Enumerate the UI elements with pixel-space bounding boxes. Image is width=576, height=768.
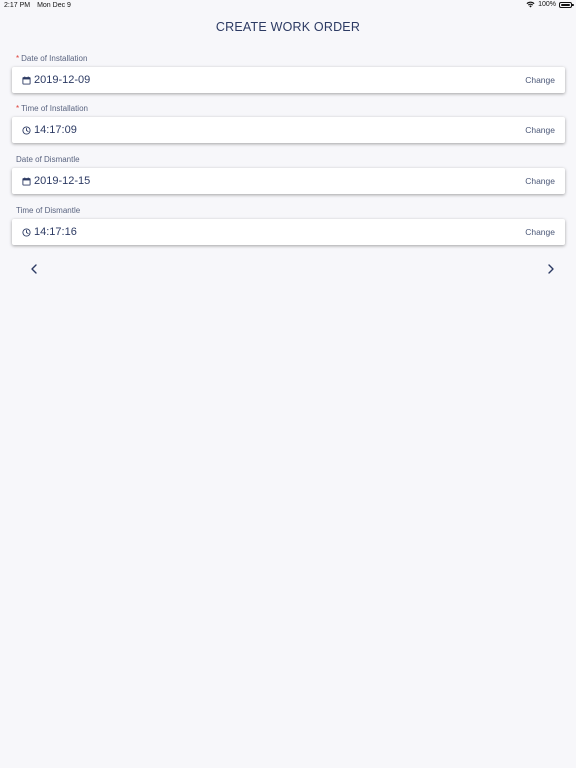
field-label: * Date of Installation bbox=[16, 53, 565, 64]
status-date: Mon Dec 9 bbox=[37, 2, 71, 9]
status-bar: 2:17 PM Mon Dec 9 100% bbox=[0, 0, 576, 12]
change-button[interactable]: Change bbox=[525, 75, 555, 85]
status-left: 2:17 PM Mon Dec 9 bbox=[4, 2, 71, 9]
field-value: 2019-12-09 bbox=[34, 74, 91, 86]
status-time: 2:17 PM bbox=[4, 2, 31, 9]
field-label-text: Date of Dismantle bbox=[16, 155, 80, 164]
next-button[interactable] bbox=[543, 262, 559, 278]
field-label-text: Time of Dismantle bbox=[16, 206, 81, 215]
time-of-installation-group: * Time of Installation 14:17:09 Change bbox=[12, 103, 565, 143]
field-value: 14:17:16 bbox=[34, 226, 77, 238]
field-label-text: Date of Installation bbox=[21, 54, 88, 63]
time-of-dismantle-group: Time of Dismantle 14:17:16 Change bbox=[12, 205, 565, 245]
date-of-installation-field[interactable]: 2019-12-09 Change bbox=[12, 67, 565, 93]
change-button[interactable]: Change bbox=[525, 227, 555, 237]
date-of-dismantle-group: Date of Dismantle 2019-12-15 Change bbox=[12, 154, 565, 194]
field-value: 14:17:09 bbox=[34, 124, 77, 136]
clock-icon bbox=[21, 227, 31, 237]
field-label: Date of Dismantle bbox=[16, 154, 565, 165]
date-of-dismantle-field[interactable]: 2019-12-15 Change bbox=[12, 168, 565, 194]
battery-fill bbox=[561, 3, 570, 6]
battery-icon bbox=[559, 1, 574, 8]
battery-percent: 100% bbox=[538, 1, 556, 8]
chevron-right-icon bbox=[547, 261, 555, 279]
required-mark: * bbox=[16, 54, 20, 63]
field-label-text: Time of Installation bbox=[21, 104, 88, 113]
field-value: 2019-12-15 bbox=[34, 175, 91, 187]
required-mark: * bbox=[16, 104, 20, 113]
page-title: CREATE WORK ORDER bbox=[215, 20, 361, 34]
clock-icon bbox=[21, 125, 31, 135]
change-button[interactable]: Change bbox=[525, 176, 555, 186]
date-of-installation-group: * Date of Installation 2019-12-09 Change bbox=[12, 53, 565, 93]
calendar-icon bbox=[21, 176, 31, 186]
chevron-left-icon bbox=[30, 261, 38, 279]
field-label: Time of Dismantle bbox=[16, 205, 565, 216]
previous-button[interactable] bbox=[26, 262, 42, 278]
change-button[interactable]: Change bbox=[525, 125, 555, 135]
wifi-icon bbox=[526, 1, 535, 8]
time-of-installation-field[interactable]: 14:17:09 Change bbox=[12, 117, 565, 143]
status-right: 100% bbox=[526, 1, 574, 8]
field-label: * Time of Installation bbox=[16, 103, 565, 114]
time-of-dismantle-field[interactable]: 14:17:16 Change bbox=[12, 219, 565, 245]
calendar-icon bbox=[21, 75, 31, 85]
